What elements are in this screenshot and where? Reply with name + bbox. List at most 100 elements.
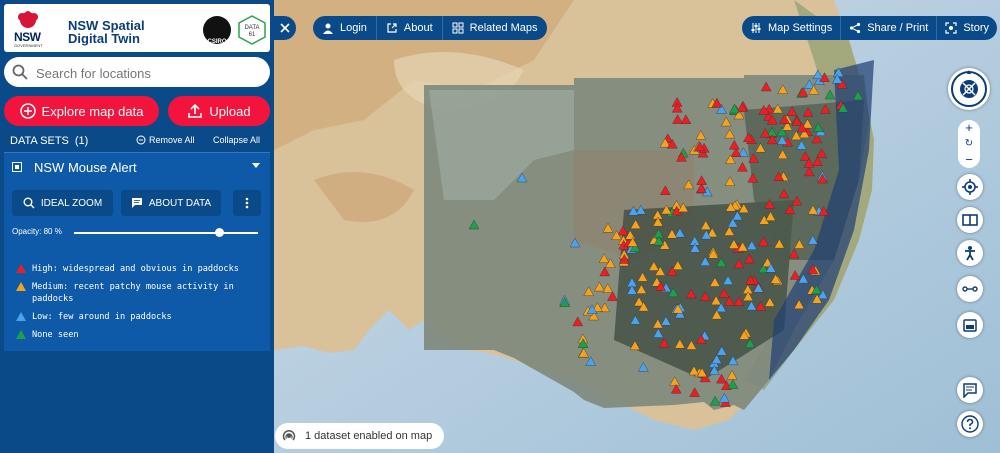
share-print-label: Share / Print	[867, 22, 929, 34]
plus-circle-icon	[19, 103, 36, 119]
help-icon	[961, 415, 979, 433]
nsw-logo-text: NSW	[14, 30, 41, 44]
datasets-count: (1)	[74, 135, 89, 147]
measure-icon	[962, 286, 978, 292]
locate-icon	[962, 179, 978, 195]
upload-label: Upload	[209, 103, 251, 119]
search-input[interactable]	[34, 63, 258, 83]
split-icon	[962, 214, 978, 226]
opacity-slider-thumb[interactable]	[215, 228, 224, 237]
feedback-icon	[963, 383, 977, 398]
csiro-logo-text: CSIRO	[207, 39, 227, 45]
legend-item-high: High: widespread and obvious in paddocks	[14, 263, 264, 275]
green-triangle-icon	[16, 330, 26, 339]
about-button[interactable]: About	[377, 16, 443, 40]
chevron-down-icon[interactable]	[252, 163, 260, 168]
legend-item-low: Low: few around in paddocks	[14, 311, 264, 323]
legend-label: High: widespread and obvious in paddocks	[32, 264, 239, 274]
search-bar[interactable]	[4, 57, 270, 87]
datasets-title: DATA SETS (1)	[10, 135, 89, 147]
story-label: Story	[963, 22, 990, 34]
dataset-row[interactable]: NSW Mouse Alert	[12, 160, 264, 176]
accessibility-icon	[965, 246, 975, 261]
blue-triangle-icon	[16, 312, 26, 321]
data61-logo: DATA 61	[238, 15, 266, 45]
zoom-out-button[interactable]: −	[958, 152, 980, 168]
orange-triangle-icon	[16, 282, 26, 291]
opacity-label: Opacity: 80 %	[12, 227, 62, 236]
legend-item-medium: Medium: recent patchy mouse activity in …	[14, 281, 264, 305]
about-data-button[interactable]: ABOUT DATA	[121, 190, 221, 216]
close-icon	[280, 23, 290, 33]
locate-button[interactable]	[957, 174, 983, 200]
red-triangle-icon	[16, 264, 26, 273]
user-icon	[323, 23, 333, 34]
sidebar: NSW GOVERNMENT NSW Spatial Digital Twin …	[0, 0, 274, 453]
explore-label: Explore map data	[41, 103, 144, 119]
remove-all-label: Remove All	[149, 135, 195, 145]
related-maps-button[interactable]: Related Maps	[443, 16, 547, 40]
top-nav: Login About Related Maps	[313, 16, 547, 40]
login-button[interactable]: Login	[313, 16, 377, 40]
csiro-logo: CSIRO	[203, 16, 231, 45]
about-label: About	[403, 22, 433, 34]
explore-map-data-button[interactable]: Explore map data	[4, 96, 159, 126]
zoom-icon	[23, 197, 35, 209]
compass-control[interactable]	[948, 68, 990, 110]
opacity-slider-track[interactable]	[74, 232, 258, 234]
story-button[interactable]: Story	[937, 16, 997, 40]
share-icon	[850, 22, 861, 34]
help-button[interactable]	[957, 411, 983, 437]
upload-button[interactable]: Upload	[168, 96, 270, 126]
brand-header: NSW GOVERNMENT NSW Spatial Digital Twin …	[4, 4, 270, 52]
measure-button[interactable]	[957, 276, 983, 302]
share-print-button[interactable]: Share / Print	[841, 16, 938, 40]
app-title: NSW Spatial Digital Twin	[68, 18, 145, 46]
search-icon	[12, 64, 28, 80]
print-icon	[963, 319, 977, 332]
reset-view-button[interactable]: ↻	[958, 136, 980, 152]
story-icon	[945, 22, 957, 34]
settings-icon	[751, 23, 761, 33]
map-canvas[interactable]	[274, 0, 1000, 453]
top-right-toolbar: Map Settings Share / Print Story	[742, 16, 998, 40]
legend: High: widespread and obvious in paddocks…	[14, 263, 264, 347]
dataset-name: NSW Mouse Alert	[34, 160, 137, 175]
upload-icon	[188, 103, 203, 118]
map-settings-label: Map Settings	[768, 22, 833, 34]
svg-text:61: 61	[249, 32, 256, 38]
dataset-icon	[282, 429, 296, 441]
remove-all-button[interactable]: Remove All	[136, 135, 195, 145]
ideal-zoom-label: IDEAL ZOOM	[40, 197, 103, 209]
map-settings-button[interactable]: Map Settings	[742, 16, 842, 40]
legend-label: None seen	[32, 330, 79, 340]
legend-item-none: None seen	[14, 329, 264, 341]
ideal-zoom-button[interactable]: IDEAL ZOOM	[12, 190, 113, 216]
about-icon	[131, 198, 142, 208]
legend-label: Medium: recent patchy mouse activity in …	[32, 282, 234, 304]
svg-text:DATA: DATA	[244, 25, 259, 31]
grid-icon	[452, 22, 464, 34]
related-maps-label: Related Maps	[469, 22, 538, 34]
split-screen-button[interactable]	[957, 207, 983, 233]
status-text: 1 dataset enabled on map	[305, 430, 433, 442]
zoom-in-button[interactable]: +	[958, 120, 980, 136]
accessibility-button[interactable]	[957, 240, 983, 266]
dataset-visibility-checkbox[interactable]	[12, 162, 22, 172]
dataset-status-pill[interactable]: 1 dataset enabled on map	[275, 423, 445, 449]
zoom-control: + ↻ −	[958, 120, 980, 168]
dataset-panel: NSW Mouse Alert IDEAL ZOOM ABOUT DATA Op…	[4, 152, 270, 351]
map-view[interactable]	[274, 0, 1000, 453]
about-data-label: ABOUT DATA	[148, 197, 212, 209]
minus-circle-icon	[136, 135, 146, 145]
feedback-button[interactable]	[957, 377, 983, 403]
more-options-button[interactable]	[233, 190, 261, 216]
more-icon	[245, 197, 249, 209]
login-label: Login	[340, 22, 367, 34]
legend-label: Low: few around in paddocks	[32, 312, 172, 322]
print-map-button[interactable]	[957, 312, 983, 338]
nsw-logo-subtext: GOVERNMENT	[14, 43, 43, 48]
compass-icon	[951, 70, 987, 107]
collapse-all-button[interactable]: Collapse All	[213, 135, 260, 145]
external-icon	[387, 23, 397, 33]
